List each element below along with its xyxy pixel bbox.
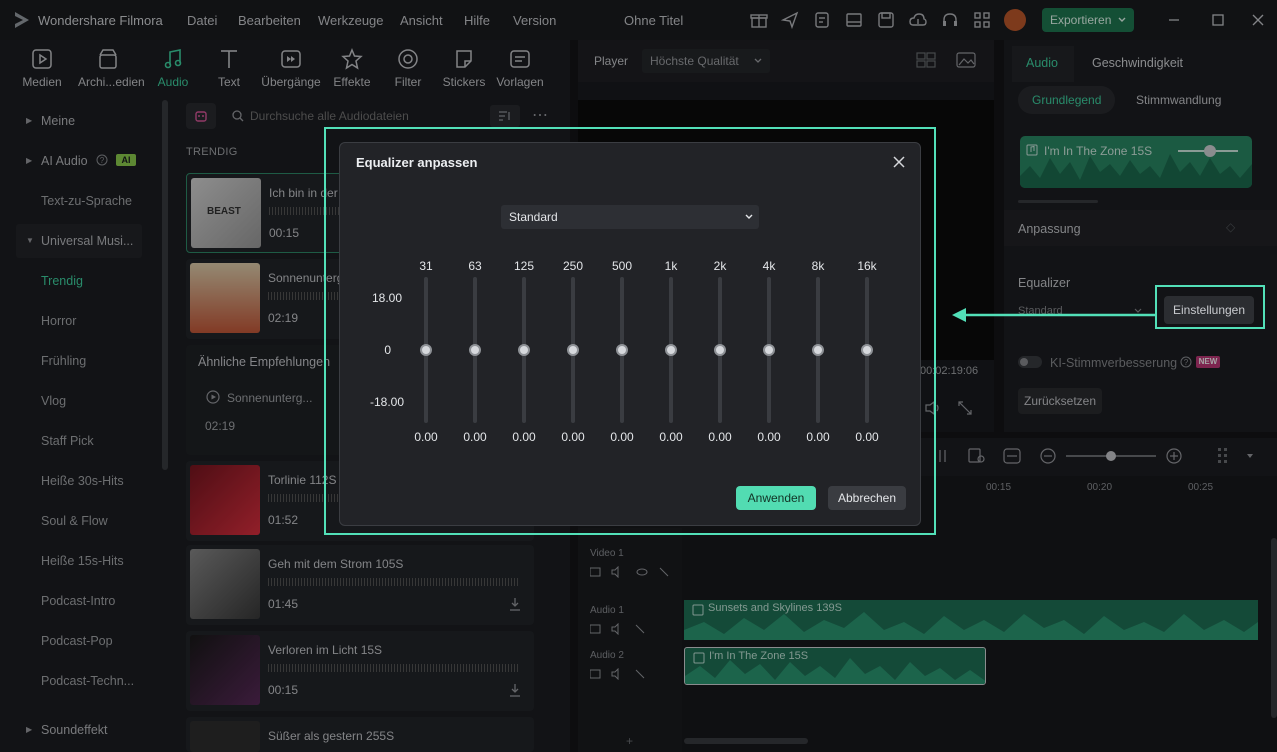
- eq-band-frequency: 8k: [811, 259, 825, 273]
- eq-band-value: 0.00: [757, 430, 781, 444]
- eq-band-value: 0.00: [610, 430, 634, 444]
- equalizer-dialog: Equalizer anpassen Standard 18.00 0 -18.…: [339, 142, 921, 526]
- dialog-title: Equalizer anpassen: [356, 155, 478, 170]
- eq-band-value: 0.00: [414, 430, 438, 444]
- chevron-down-icon: [745, 214, 753, 219]
- eq-band-frequency: 2k: [713, 259, 727, 273]
- arrow-left-icon: [952, 308, 1156, 322]
- eq-slider-knob[interactable]: [518, 344, 530, 356]
- eq-slider-knob[interactable]: [763, 344, 775, 356]
- eq-band-value: 0.00: [708, 430, 732, 444]
- eq-band-frequency: 250: [562, 259, 584, 273]
- eq-band-frequency: 500: [611, 259, 633, 273]
- db-max-label: 18.00: [371, 291, 402, 305]
- eq-slider-knob[interactable]: [469, 344, 481, 356]
- cancel-button[interactable]: Abbrechen: [828, 486, 906, 510]
- preset-value: Standard: [509, 210, 558, 224]
- close-icon[interactable]: [892, 155, 906, 169]
- eq-slider-knob[interactable]: [665, 344, 677, 356]
- eq-slider-knob[interactable]: [714, 344, 726, 356]
- eq-band-value: 0.00: [855, 430, 879, 444]
- eq-slider-knob[interactable]: [812, 344, 824, 356]
- eq-band-value: 0.00: [463, 430, 487, 444]
- eq-band-frequency: 4k: [762, 259, 776, 273]
- eq-band-frequency: 16k: [857, 259, 877, 273]
- eq-band-frequency: 31: [419, 259, 433, 273]
- eq-slider-knob[interactable]: [861, 344, 873, 356]
- eq-band-value: 0.00: [806, 430, 830, 444]
- eq-band-value: 0.00: [659, 430, 683, 444]
- eq-band-frequency: 1k: [664, 259, 678, 273]
- settings-highlight-frame: [1155, 285, 1265, 329]
- eq-band-frequency: 125: [513, 259, 535, 273]
- apply-button[interactable]: Anwenden: [736, 486, 816, 510]
- eq-band-value: 0.00: [512, 430, 536, 444]
- eq-slider-knob[interactable]: [567, 344, 579, 356]
- db-min-label: -18.00: [369, 395, 404, 409]
- eq-slider-knob[interactable]: [420, 344, 432, 356]
- eq-band-frequency: 63: [468, 259, 482, 273]
- db-zero-label: 0: [384, 343, 391, 357]
- eq-band-value: 0.00: [561, 430, 585, 444]
- preset-select[interactable]: Standard: [501, 205, 759, 229]
- eq-slider-knob[interactable]: [616, 344, 628, 356]
